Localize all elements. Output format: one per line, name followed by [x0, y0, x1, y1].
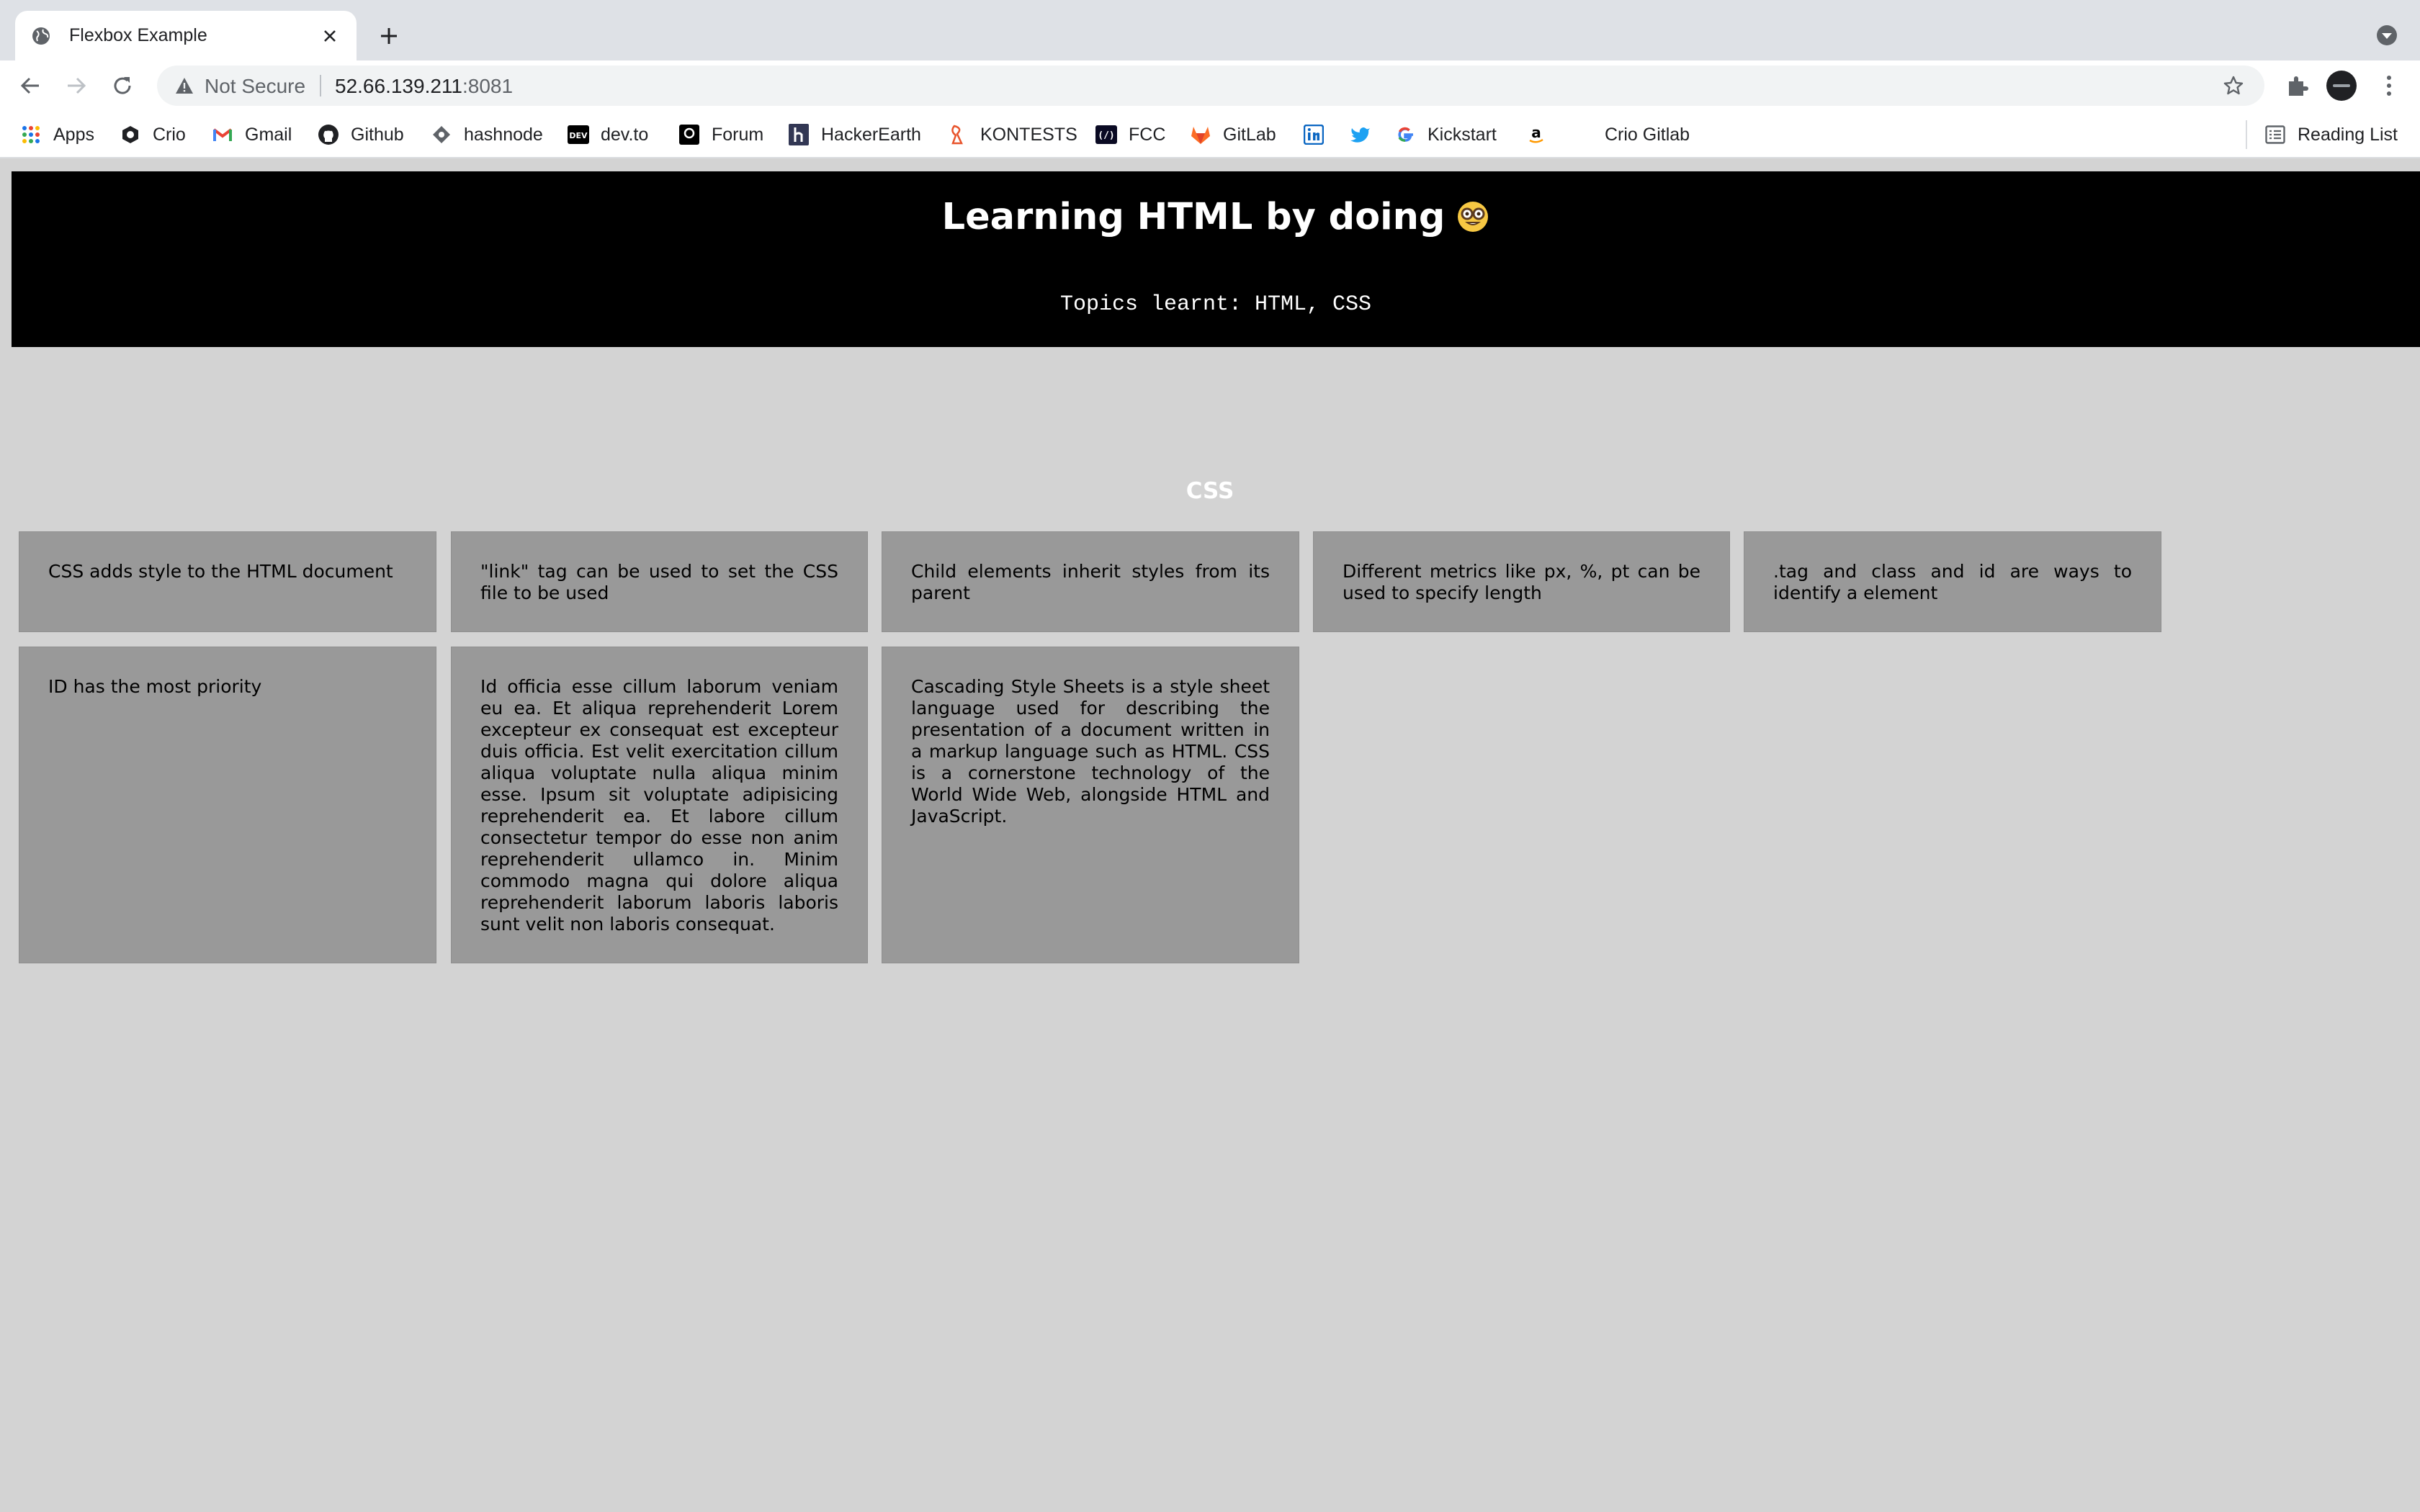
apps-grid-icon: [20, 124, 42, 145]
forum-icon: [678, 124, 700, 145]
svg-text:(/): (/): [1098, 130, 1114, 141]
bookmark-linkedin[interactable]: [1303, 123, 1325, 146]
bookmark-kontests[interactable]: KONTESTS: [947, 123, 1077, 146]
reading-list-button[interactable]: Reading List: [2264, 123, 2398, 146]
bookmark-label: Kickstart: [1428, 124, 1497, 145]
bookmark-twitter[interactable]: [1350, 123, 1371, 146]
info-card: ID has the most priority: [19, 647, 436, 963]
linkedin-icon: [1303, 124, 1325, 145]
close-tab-button[interactable]: [319, 25, 341, 47]
google-icon: [1394, 124, 1416, 145]
reading-list-icon: [2264, 124, 2286, 145]
arrow-right-icon: [68, 77, 86, 94]
info-card: Different metrics like px, %, pt can be …: [1313, 531, 1730, 632]
profile-avatar[interactable]: [2326, 71, 2357, 101]
forward-button[interactable]: [63, 73, 89, 99]
browser-tab[interactable]: Flexbox Example: [15, 11, 357, 60]
warning-icon[interactable]: [174, 76, 194, 96]
info-card: "link" tag can be used to set the CSS fi…: [451, 531, 868, 632]
crio-icon: [120, 124, 141, 145]
reload-button[interactable]: [109, 73, 135, 99]
browser-toolbar: Not Secure 52.66.139.211:8081: [0, 60, 2420, 111]
url-host: 52.66.139.211: [335, 75, 462, 97]
bookmark-label: KONTESTS: [980, 124, 1077, 145]
nerd-face-emoji-icon: [1458, 202, 1489, 232]
bookmark-forum[interactable]: Forum: [678, 123, 763, 146]
bookmark-label: Crio: [153, 124, 186, 145]
bookmarks-bar: Apps Crio Gmail Github hashnode DEV dev.…: [0, 111, 2420, 158]
info-card: Child elements inherit styles from its p…: [882, 531, 1299, 632]
page-header: Learning HTML by doing Topics learnt: HT…: [12, 171, 2420, 347]
bookmark-github[interactable]: Github: [318, 123, 404, 146]
bookmark-label: Reading List: [2298, 124, 2398, 145]
hackerearth-icon: [788, 124, 810, 145]
page-subtitle: Topics learnt: HTML, CSS: [1059, 292, 1372, 317]
bookmark-apps[interactable]: Apps: [20, 123, 94, 146]
svg-text:a: a: [1531, 125, 1541, 141]
amazon-icon: a: [1525, 124, 1547, 145]
address-bar[interactable]: Not Secure 52.66.139.211:8081: [157, 66, 2264, 106]
info-card: .tag and class and id are ways to identi…: [1744, 531, 2161, 632]
info-card: CSS adds style to the HTML document: [19, 531, 436, 632]
bookmark-hashnode[interactable]: hashnode: [431, 123, 543, 146]
tab-title: Flexbox Example: [69, 25, 207, 45]
extensions-icon[interactable]: [2285, 73, 2311, 99]
close-icon: [324, 30, 336, 42]
twitter-icon: [1350, 124, 1371, 145]
bookmark-crio-gitlab[interactable]: Crio Gitlab: [1605, 123, 1690, 146]
info-card: Cascading Style Sheets is a style sheet …: [882, 647, 1299, 963]
bookmark-label: Apps: [53, 124, 94, 145]
globe-icon: [32, 27, 50, 45]
bookmark-label: GitLab: [1223, 124, 1276, 145]
bookmark-label: HackerEarth: [821, 124, 921, 145]
svg-text:DEV: DEV: [569, 131, 588, 140]
bookmark-label: Github: [351, 124, 404, 145]
tab-strip: Flexbox Example: [0, 0, 2420, 60]
devto-icon: DEV: [568, 124, 589, 145]
bookmark-label: dev.to: [601, 124, 649, 145]
bookmark-gitlab[interactable]: GitLab: [1190, 123, 1276, 146]
bookmark-crio[interactable]: Crio: [120, 123, 186, 146]
bookmark-label: hashnode: [464, 124, 543, 145]
bookmark-label: Crio Gitlab: [1605, 124, 1690, 145]
url-port: :8081: [462, 75, 514, 97]
fcc-icon: (/): [1095, 124, 1117, 145]
bookmark-label: Gmail: [245, 124, 292, 145]
url-text[interactable]: 52.66.139.211:8081: [335, 75, 513, 98]
section-heading: CSS: [1186, 478, 1234, 504]
bookmark-hackerearth[interactable]: HackerEarth: [788, 123, 921, 146]
info-card: Id officia esse cillum laborum veniam eu…: [451, 647, 868, 963]
address-divider: [320, 75, 321, 96]
bookmark-label: Forum: [712, 124, 764, 145]
gmail-icon: [212, 124, 233, 145]
arrow-left-icon: [20, 77, 39, 94]
github-icon: [318, 124, 339, 145]
tab-search-icon[interactable]: [2375, 24, 2398, 47]
page-title: Learning HTML by doing: [12, 196, 2420, 238]
more-menu-icon[interactable]: [2378, 73, 2400, 99]
back-button[interactable]: [17, 73, 43, 99]
hashnode-icon: [431, 124, 452, 145]
plus-icon: [381, 28, 397, 44]
bookmark-gmail[interactable]: Gmail: [212, 123, 292, 146]
reload-icon: [114, 77, 131, 94]
page-title-text: Learning HTML by doing: [941, 196, 1446, 238]
gitlab-icon: [1190, 124, 1211, 145]
bookmark-star-icon[interactable]: [2223, 75, 2244, 96]
security-label[interactable]: Not Secure: [205, 75, 305, 98]
bookmarks-divider: [2246, 120, 2247, 149]
bookmark-kickstart[interactable]: Kickstart: [1394, 123, 1497, 146]
bookmark-devto[interactable]: DEV dev.to: [568, 123, 648, 146]
bookmark-label: FCC: [1129, 124, 1166, 145]
bookmark-amazon[interactable]: a: [1525, 123, 1547, 146]
new-tab-button[interactable]: [375, 22, 403, 50]
kontests-icon: [947, 124, 969, 145]
bookmark-fcc[interactable]: (/) FCC: [1095, 123, 1165, 146]
